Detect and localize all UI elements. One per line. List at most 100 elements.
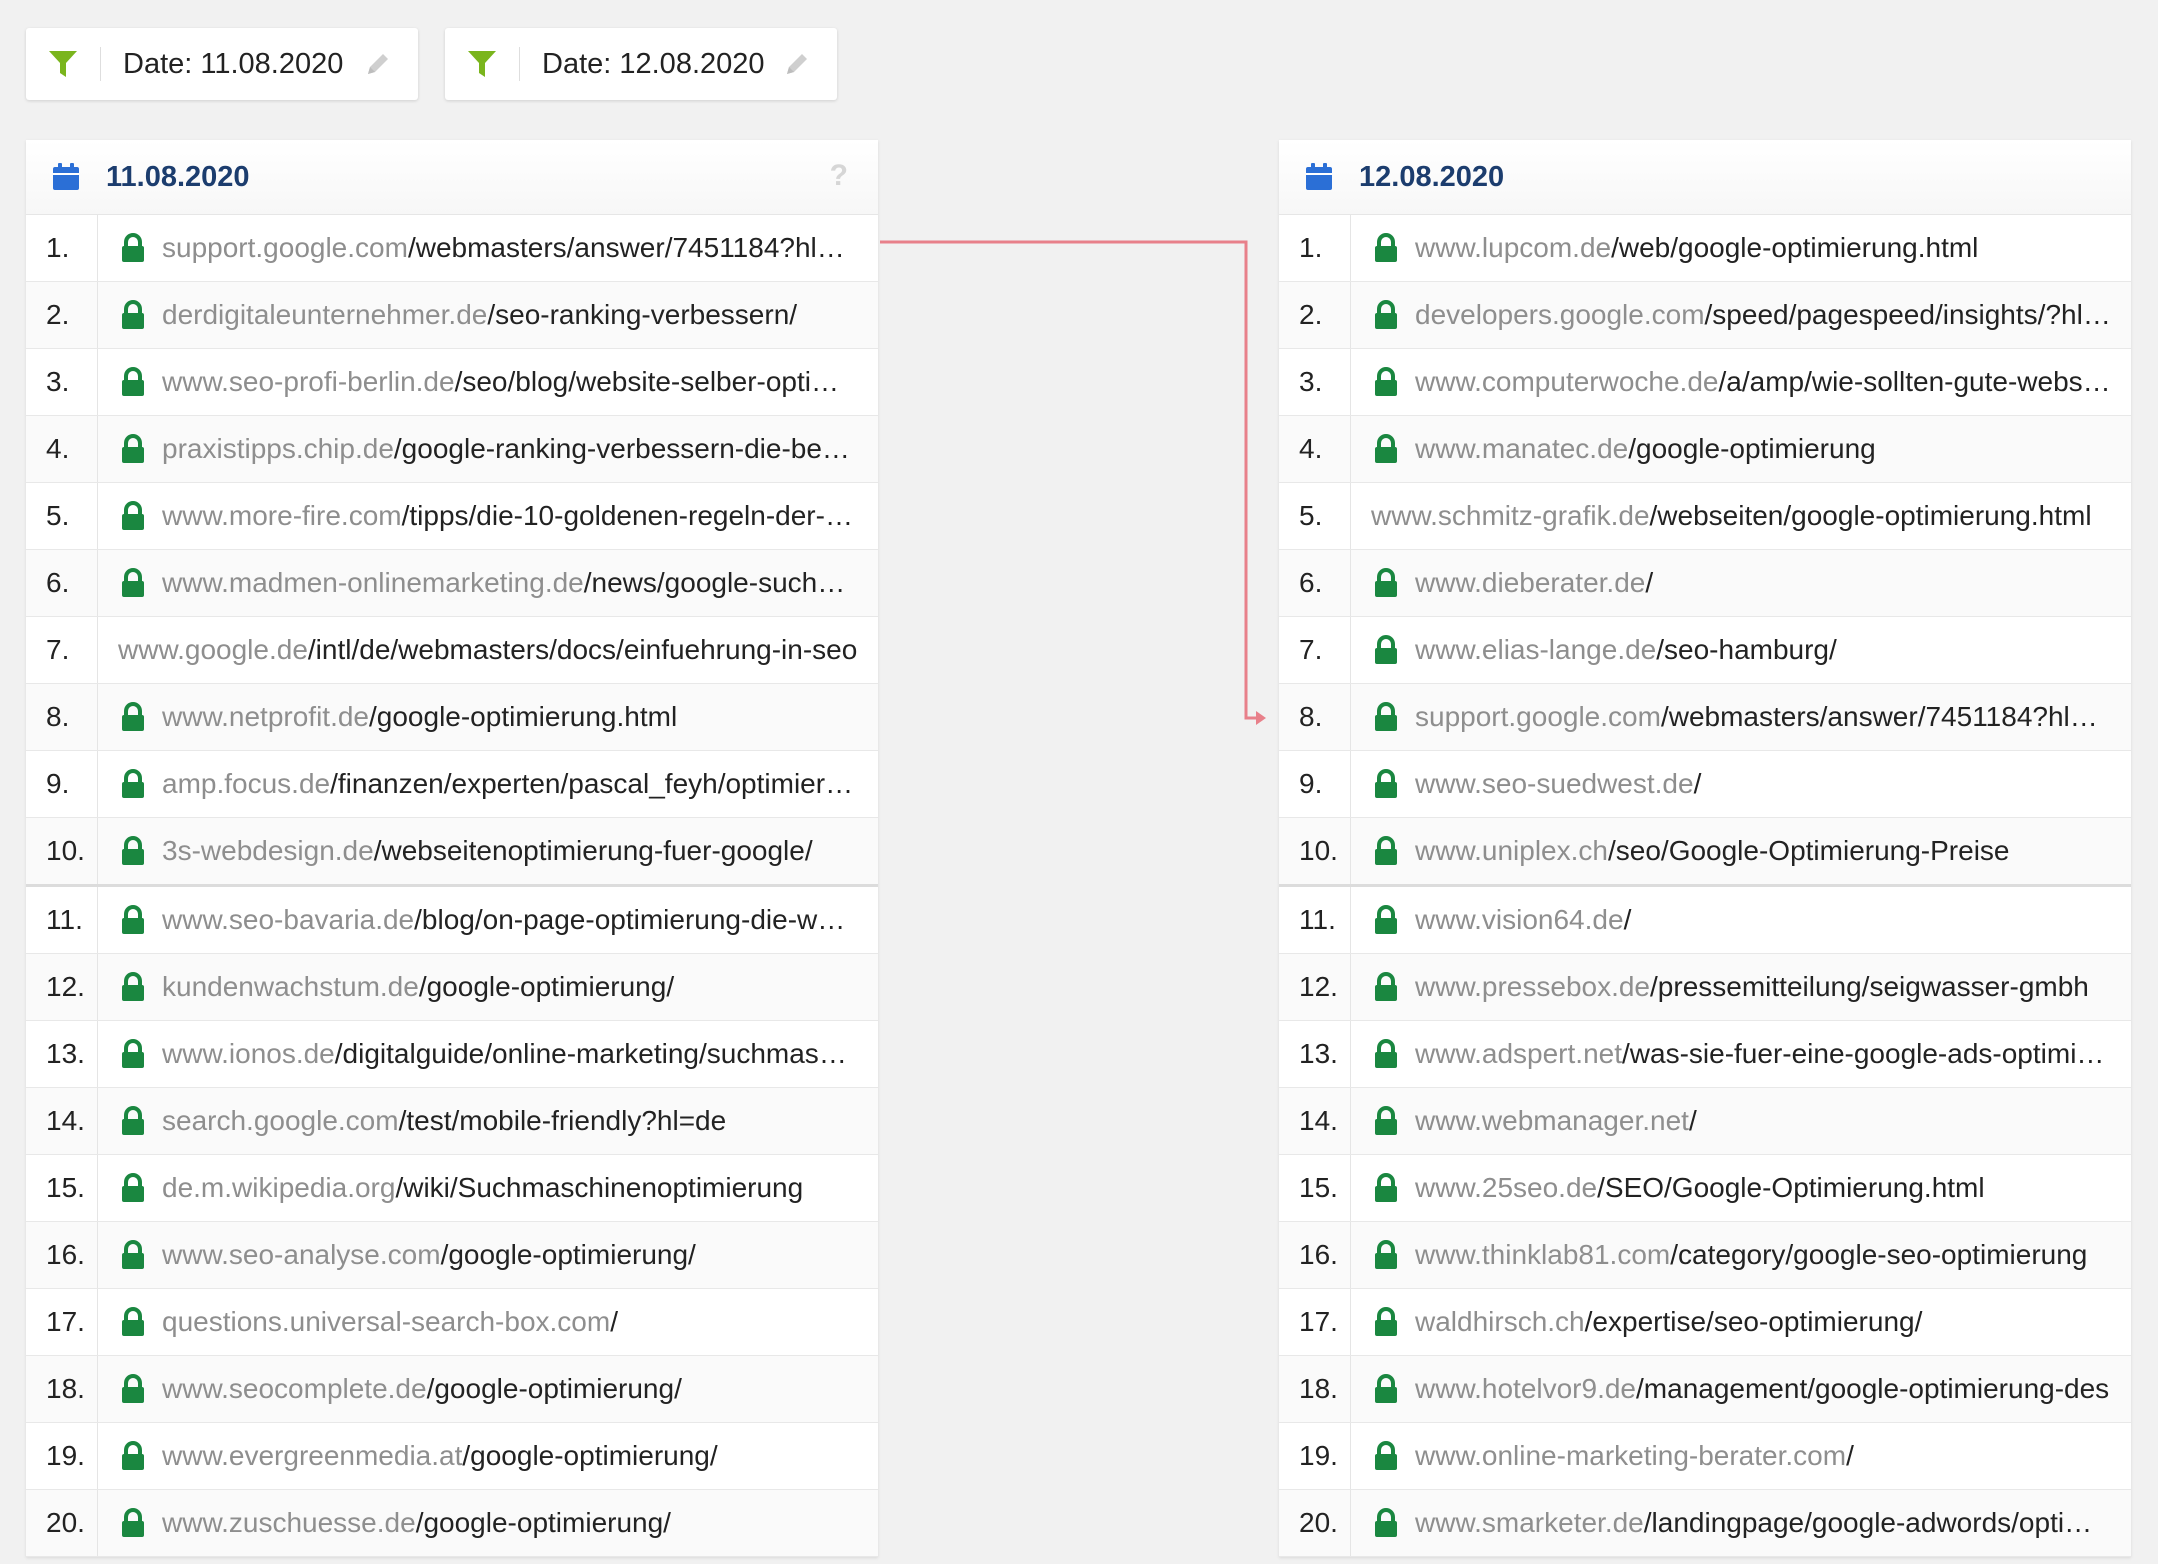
- result-url-link[interactable]: www.lupcom.de/web/google-optimierung.htm…: [1415, 232, 2131, 264]
- result-row[interactable]: 9. www.seo-suedwest.de/: [1279, 751, 2131, 818]
- result-row[interactable]: 19. www.evergreenmedia.at/google-optimier…: [26, 1423, 878, 1490]
- url-cell: www.seocomplete.de/google-optimierung/: [98, 1356, 878, 1422]
- url-domain: support.google.com: [162, 232, 408, 263]
- result-row[interactable]: 8. support.google.com/webmasters/answer/7…: [1279, 684, 2131, 751]
- result-url-link[interactable]: www.online-marketing-berater.com/: [1415, 1440, 2131, 1472]
- result-row[interactable]: 13. www.ionos.de/digitalguide/online-mark…: [26, 1021, 878, 1088]
- result-url-link[interactable]: 3s-webdesign.de/webseitenoptimierung-fue…: [162, 835, 878, 867]
- result-row[interactable]: 3. www.seo-profi-berlin.de/seo/blog/websi…: [26, 349, 878, 416]
- result-row[interactable]: 20. www.smarketer.de/landingpage/google-a…: [1279, 1490, 2131, 1557]
- result-url-link[interactable]: www.adspert.net/was-sie-fuer-eine-google…: [1415, 1038, 2131, 1070]
- result-row[interactable]: 10. www.uniplex.ch/seo/Google-Optimierung…: [1279, 818, 2131, 887]
- result-row[interactable]: 9. amp.focus.de/finanzen/experten/pascal_…: [26, 751, 878, 818]
- pencil-icon[interactable]: [364, 50, 392, 83]
- result-row[interactable]: 16. www.thinklab81.com/category/google-se…: [1279, 1222, 2131, 1289]
- result-row[interactable]: 6. www.madmen-onlinemarketing.de/news/goo…: [26, 550, 878, 617]
- url-domain: www.hotelvor9.de: [1415, 1373, 1637, 1404]
- result-url-link[interactable]: waldhirsch.ch/expertise/seo-optimierung/: [1415, 1306, 2131, 1338]
- result-url-link[interactable]: www.evergreenmedia.at/google-optimierung…: [162, 1440, 878, 1472]
- url-path: /google-ranking-verbessern-die-besten-ti…: [393, 433, 878, 464]
- result-url-link[interactable]: www.manatec.de/google-optimierung: [1415, 433, 2131, 465]
- date-filter-chip-1[interactable]: Date: 11.08.2020: [26, 28, 418, 100]
- rank-number: 15.: [26, 1155, 98, 1221]
- result-url-link[interactable]: search.google.com/test/mobile-friendly?h…: [162, 1105, 878, 1137]
- result-row[interactable]: 3. www.computerwoche.de/a/amp/wie-sollten…: [1279, 349, 2131, 416]
- result-url-link[interactable]: www.ionos.de/digitalguide/online-marketi…: [162, 1038, 878, 1070]
- result-row[interactable]: 7. www.google.de/intl/de/webmasters/docs/…: [26, 617, 878, 684]
- result-row[interactable]: 6. www.dieberater.de/: [1279, 550, 2131, 617]
- result-url-link[interactable]: developers.google.com/speed/pagespeed/in…: [1415, 299, 2131, 331]
- result-url-link[interactable]: www.vision64.de/: [1415, 904, 2131, 936]
- help-icon[interactable]: ?: [830, 159, 848, 193]
- result-row[interactable]: 2. derdigitaleunternehmer.de/seo-ranking-…: [26, 282, 878, 349]
- result-url-link[interactable]: www.madmen-onlinemarketing.de/news/googl…: [162, 567, 878, 599]
- result-url-link[interactable]: www.schmitz-grafik.de/webseiten/google-o…: [1371, 500, 2131, 532]
- result-row[interactable]: 11. www.seo-bavaria.de/blog/on-page-optim…: [26, 887, 878, 954]
- result-url-link[interactable]: derdigitaleunternehmer.de/seo-ranking-ve…: [162, 299, 878, 331]
- result-row[interactable]: 20. www.zuschuesse.de/google-optimierung/: [26, 1490, 878, 1557]
- result-url-link[interactable]: kundenwachstum.de/google-optimierung/: [162, 971, 878, 1003]
- result-row[interactable]: 17. waldhirsch.ch/expertise/seo-optimieru…: [1279, 1289, 2131, 1356]
- result-url-link[interactable]: support.google.com/webmasters/answer/745…: [1415, 701, 2131, 733]
- result-url-link[interactable]: www.hotelvor9.de/management/google-optim…: [1415, 1373, 2131, 1405]
- result-row[interactable]: 17. questions.universal-search-box.com/: [26, 1289, 878, 1356]
- result-url-link[interactable]: www.seo-profi-berlin.de/seo/blog/website…: [162, 366, 878, 398]
- result-row[interactable]: 5. www.schmitz-grafik.de/webseiten/google…: [1279, 483, 2131, 550]
- result-url-link[interactable]: www.elias-lange.de/seo-hamburg/: [1415, 634, 2131, 666]
- result-url-link[interactable]: www.25seo.de/SEO/Google-Optimierung.html: [1415, 1172, 2131, 1204]
- result-url-link[interactable]: www.smarketer.de/landingpage/google-adwo…: [1415, 1507, 2131, 1539]
- url-cell: www.pressebox.de/pressemitteilung/seigwa…: [1351, 954, 2131, 1020]
- result-row[interactable]: 10. 3s-webdesign.de/webseitenoptimierung-…: [26, 818, 878, 887]
- result-url-link[interactable]: www.dieberater.de/: [1415, 567, 2131, 599]
- result-row[interactable]: 12. www.pressebox.de/pressemitteilung/sei…: [1279, 954, 2131, 1021]
- result-row[interactable]: 19. www.online-marketing-berater.com/: [1279, 1423, 2131, 1490]
- result-row[interactable]: 16. www.seo-analyse.com/google-optimierun…: [26, 1222, 878, 1289]
- result-row[interactable]: 8. www.netprofit.de/google-optimierung.ht…: [26, 684, 878, 751]
- result-url-link[interactable]: questions.universal-search-box.com/: [162, 1306, 878, 1338]
- rank-number: 1.: [26, 215, 98, 281]
- result-url-link[interactable]: www.pressebox.de/pressemitteilung/seigwa…: [1415, 971, 2131, 1003]
- result-url-link[interactable]: de.m.wikipedia.org/wiki/Suchmaschinenopt…: [162, 1172, 878, 1204]
- result-url-link[interactable]: www.more-fire.com/tipps/die-10-goldenen-…: [162, 500, 878, 532]
- result-url-link[interactable]: www.seocomplete.de/google-optimierung/: [162, 1373, 878, 1405]
- rank-number: 13.: [26, 1021, 98, 1087]
- result-row[interactable]: 4. praxistipps.chip.de/google-ranking-ver…: [26, 416, 878, 483]
- result-url-link[interactable]: amp.focus.de/finanzen/experten/pascal_fe…: [162, 768, 878, 800]
- result-row[interactable]: 13. www.adspert.net/was-sie-fuer-eine-goo…: [1279, 1021, 2131, 1088]
- result-url-link[interactable]: www.zuschuesse.de/google-optimierung/: [162, 1507, 878, 1539]
- result-row[interactable]: 5. www.more-fire.com/tipps/die-10-goldene…: [26, 483, 878, 550]
- result-url-link[interactable]: www.seo-suedwest.de/: [1415, 768, 2131, 800]
- result-url-link[interactable]: www.seo-bavaria.de/blog/on-page-optimier…: [162, 904, 878, 936]
- result-row[interactable]: 4. www.manatec.de/google-optimierung: [1279, 416, 2131, 483]
- results-list: 1. www.lupcom.de/web/google-optimierung.h…: [1279, 215, 2131, 1557]
- result-url-link[interactable]: www.netprofit.de/google-optimierung.html: [162, 701, 878, 733]
- result-row[interactable]: 12. kundenwachstum.de/google-optimierung/: [26, 954, 878, 1021]
- result-row[interactable]: 18. www.hotelvor9.de/management/google-op…: [1279, 1356, 2131, 1423]
- result-url-link[interactable]: www.google.de/intl/de/webmasters/docs/ei…: [118, 634, 878, 666]
- result-url-link[interactable]: www.seo-analyse.com/google-optimierung/: [162, 1239, 878, 1271]
- result-url-link[interactable]: www.webmanager.net/: [1415, 1105, 2131, 1137]
- date-filter-label: Date: 12.08.2020: [542, 47, 765, 80]
- result-row[interactable]: 15. de.m.wikipedia.org/wiki/Suchmaschinen…: [26, 1155, 878, 1222]
- result-row[interactable]: 2. developers.google.com/speed/pagespeed/…: [1279, 282, 2131, 349]
- result-url-link[interactable]: www.thinklab81.com/category/google-seo-o…: [1415, 1239, 2131, 1271]
- result-url-link[interactable]: support.google.com/webmasters/answer/745…: [162, 232, 878, 264]
- pencil-icon[interactable]: [783, 50, 811, 83]
- result-row[interactable]: 11. www.vision64.de/: [1279, 887, 2131, 954]
- rank-number: 3.: [26, 349, 98, 415]
- date-filter-chip-2[interactable]: Date: 12.08.2020: [445, 28, 837, 100]
- rank-number: 13.: [1279, 1021, 1351, 1087]
- rank-number: 20.: [1279, 1490, 1351, 1556]
- result-url-link[interactable]: www.uniplex.ch/seo/Google-Optimierung-Pr…: [1415, 835, 2131, 867]
- url-cell: de.m.wikipedia.org/wiki/Suchmaschinenopt…: [98, 1155, 878, 1221]
- result-url-link[interactable]: www.computerwoche.de/a/amp/wie-sollten-g…: [1415, 366, 2131, 398]
- url-cell: www.elias-lange.de/seo-hamburg/: [1351, 617, 2131, 683]
- result-row[interactable]: 7. www.elias-lange.de/seo-hamburg/: [1279, 617, 2131, 684]
- result-url-link[interactable]: praxistipps.chip.de/google-ranking-verbe…: [162, 433, 878, 465]
- result-row[interactable]: 14. www.webmanager.net/: [1279, 1088, 2131, 1155]
- result-row[interactable]: 14. search.google.com/test/mobile-friendl…: [26, 1088, 878, 1155]
- result-row[interactable]: 15. www.25seo.de/SEO/Google-Optimierung.h…: [1279, 1155, 2131, 1222]
- result-row[interactable]: 1. www.lupcom.de/web/google-optimierung.h…: [1279, 215, 2131, 282]
- result-row[interactable]: 1. support.google.com/webmasters/answer/7…: [26, 215, 878, 282]
- result-row[interactable]: 18. www.seocomplete.de/google-optimierung…: [26, 1356, 878, 1423]
